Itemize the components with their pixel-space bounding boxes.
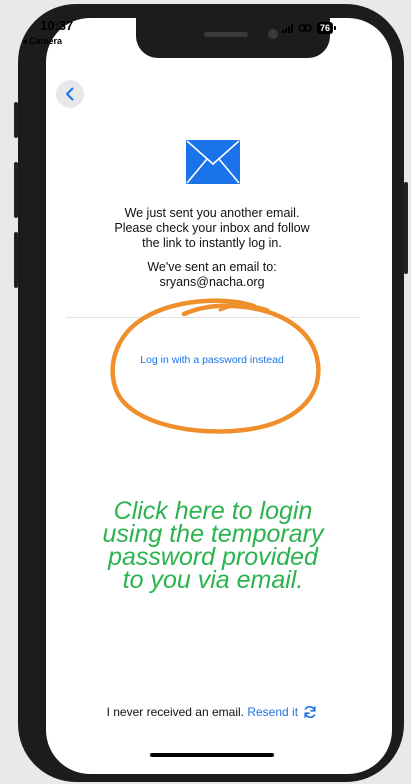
not-received-text: I never received an email.: [106, 705, 244, 719]
envelope-icon: [186, 140, 240, 184]
message-line-2: Please check your inbox and follow: [114, 221, 310, 235]
annotation-line: to you via email.: [122, 566, 304, 594]
power-button: [404, 182, 408, 274]
footer: I never received an email. Resend it: [64, 705, 360, 719]
resend-link[interactable]: Resend it: [247, 705, 317, 719]
link-icon: [298, 24, 312, 32]
recipient-email: sryans@nacha.org: [159, 275, 265, 289]
highlight-circle: [110, 298, 321, 434]
login-with-password-link[interactable]: Log in with a password instead: [64, 354, 360, 366]
status-time: 10:37: [40, 18, 74, 33]
message-line-3: the link to instantly log in.: [142, 236, 282, 250]
back-button[interactable]: [56, 80, 84, 108]
sent-to-label: We've sent an email to:: [147, 260, 277, 274]
back-to-app-link[interactable]: ◂ Camera: [22, 36, 62, 47]
chevron-left-icon: [66, 87, 74, 101]
battery-icon: 76: [317, 22, 337, 34]
annotation-text: Click here to login using the temporary …: [60, 499, 366, 594]
refresh-icon: [304, 705, 316, 719]
message-line-1: We just sent you another email.: [124, 206, 300, 220]
resend-label: Resend it: [247, 705, 299, 719]
signal-icon: [282, 23, 293, 33]
status-icons: 76: [282, 22, 337, 34]
home-indicator[interactable]: [150, 753, 274, 757]
